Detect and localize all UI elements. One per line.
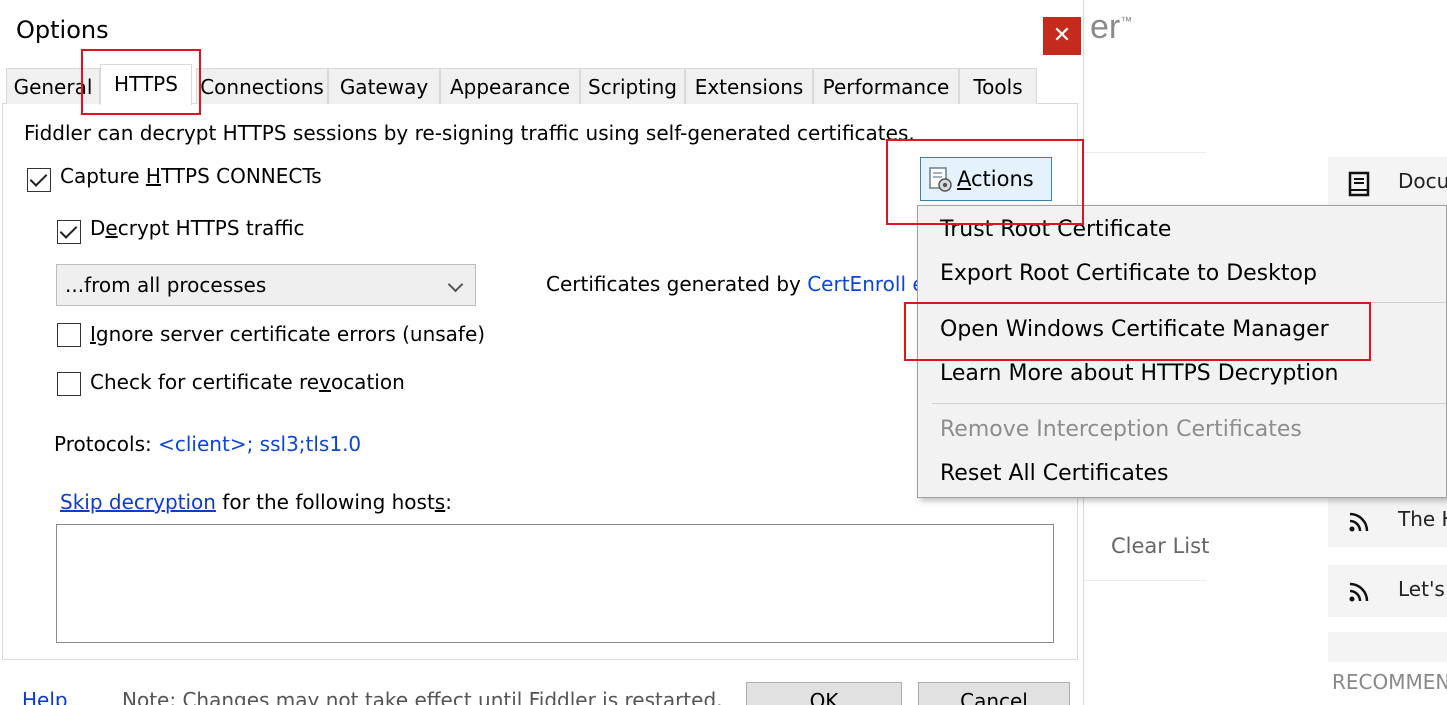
- decrypt-https-traffic-label[interactable]: Decrypt HTTPS traffic: [90, 216, 305, 240]
- tab-connections[interactable]: Connections: [196, 68, 328, 104]
- protocols-link[interactable]: <client>; ssl3;tls1.0: [158, 432, 361, 456]
- https-intro-text: Fiddler can decrypt HTTPS sessions by re…: [24, 121, 915, 145]
- tab-scripting[interactable]: Scripting: [580, 68, 685, 104]
- tab-tools[interactable]: Tools: [959, 68, 1037, 104]
- start-card-documentation[interactable]: Docu: [1328, 157, 1447, 209]
- actions-button[interactable]: Actions: [920, 157, 1052, 201]
- check-revocation-label[interactable]: Check for certificate revocation: [90, 370, 405, 394]
- chevron-down-icon: [447, 276, 464, 293]
- rss-feed-icon: [1349, 582, 1369, 602]
- menu-item-open-certificate-manager[interactable]: Open Windows Certificate Manager: [940, 317, 1329, 342]
- divider: [1084, 580, 1206, 581]
- capture-https-connects-label[interactable]: Capture HTTPS CONNECTs: [60, 164, 322, 188]
- process-filter-select[interactable]: ...from all processes: [56, 264, 476, 306]
- rss-feed-icon: [1349, 512, 1369, 532]
- capture-https-connects-checkbox[interactable]: [27, 168, 51, 192]
- skip-decryption-link[interactable]: Skip decryption: [60, 490, 216, 514]
- ok-button[interactable]: OK: [746, 682, 902, 705]
- skip-decryption-row: Skip decryption for the following hosts:: [60, 490, 452, 514]
- tab-extensions[interactable]: Extensions: [685, 68, 813, 104]
- ignore-cert-errors-checkbox[interactable]: [57, 323, 81, 347]
- clear-list-link[interactable]: Clear List: [1111, 534, 1209, 558]
- cancel-button[interactable]: Cancel: [918, 682, 1070, 705]
- help-link[interactable]: Help: [22, 688, 68, 705]
- actions-menu: Trust Root Certificate Export Root Certi…: [917, 205, 1447, 498]
- tab-appearance[interactable]: Appearance: [440, 68, 580, 104]
- menu-item-learn-more-https[interactable]: Learn More about HTTPS Decryption: [940, 361, 1338, 386]
- ignore-cert-errors-label[interactable]: Ignore server certificate errors (unsafe…: [90, 322, 485, 346]
- recommended-heading: RECOMMEN: [1332, 670, 1447, 694]
- certificate-gear-icon: [929, 167, 952, 192]
- start-card-partial: [1328, 632, 1447, 662]
- restart-note: Note: Changes may not take effect until …: [122, 688, 723, 705]
- protocols-row: Protocols: <client>; ssl3;tls1.0: [54, 432, 362, 456]
- check-revocation-checkbox[interactable]: [57, 372, 81, 396]
- book-icon: [1348, 171, 1370, 197]
- start-card-feed-2[interactable]: Let's: [1328, 565, 1447, 617]
- tab-performance[interactable]: Performance: [813, 68, 959, 104]
- menu-separator: [932, 403, 1446, 404]
- skip-hosts-textarea[interactable]: [56, 524, 1054, 643]
- dialog-title: Options: [16, 16, 109, 44]
- menu-separator: [932, 302, 1446, 303]
- cert-engine-link[interactable]: CertEnroll e: [807, 272, 924, 296]
- menu-item-remove-interception-certificates: Remove Interception Certificates: [940, 417, 1302, 442]
- menu-item-reset-all-certificates[interactable]: Reset All Certificates: [940, 461, 1168, 486]
- decrypt-https-traffic-checkbox[interactable]: [57, 220, 81, 244]
- certificates-generated-label: Certificates generated by CertEnroll e: [546, 272, 925, 296]
- fiddler-brand-fragment: er™: [1090, 8, 1133, 46]
- tab-gateway[interactable]: Gateway: [328, 68, 440, 104]
- divider: [1084, 152, 1206, 153]
- tab-general[interactable]: General: [6, 68, 100, 104]
- menu-item-trust-root-certificate[interactable]: Trust Root Certificate: [940, 217, 1171, 242]
- tab-https[interactable]: HTTPS: [100, 64, 192, 105]
- menu-item-export-root-certificate[interactable]: Export Root Certificate to Desktop: [940, 261, 1317, 286]
- close-button[interactable]: ✕: [1043, 17, 1081, 55]
- start-card-feed-1[interactable]: The H: [1328, 495, 1447, 547]
